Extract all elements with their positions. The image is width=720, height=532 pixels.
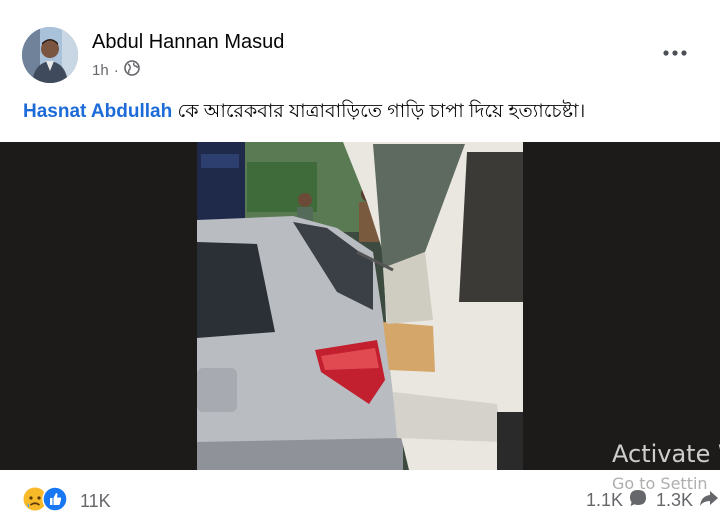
watermark-line1: Activate W — [612, 440, 720, 468]
comment-icon — [628, 488, 648, 513]
share-icon — [698, 488, 720, 513]
avatar[interactable] — [22, 27, 78, 83]
more-options-button[interactable] — [660, 40, 690, 66]
post-stats: 1.1K 1.3K — [586, 488, 720, 513]
comment-count: 1.1K — [585, 490, 623, 510]
comment-count-button[interactable]: 1.1K — [586, 488, 648, 513]
post-photo[interactable] — [0, 142, 720, 470]
post-card: Abdul Hannan Masud 1h · Hasnat Abdullah … — [0, 0, 720, 532]
car-crash-photo — [197, 142, 523, 470]
author-name[interactable]: Abdul Hannan Masud — [92, 31, 284, 54]
post-body-text: কে আরেকবার যাত্রাবাড়িতে গাড়ি চাপা দিয়… — [172, 101, 586, 122]
share-count-button[interactable]: 1.3K — [656, 488, 720, 513]
globe-icon[interactable] — [123, 60, 140, 80]
reaction-summary[interactable]: 11K — [22, 486, 111, 517]
meta-separator: · — [113, 61, 119, 79]
mention-link[interactable]: Hasnat Abdullah — [23, 101, 172, 122]
share-count: 1.3K — [655, 490, 693, 510]
post-timestamp[interactable]: 1h — [92, 62, 109, 79]
post-text: Hasnat Abdullah কে আরেকবার যাত্রাবাড়িতে… — [23, 97, 700, 129]
post-meta: 1h · — [92, 60, 140, 80]
like-reaction-icon — [42, 486, 68, 517]
reaction-count: 11K — [80, 491, 111, 511]
